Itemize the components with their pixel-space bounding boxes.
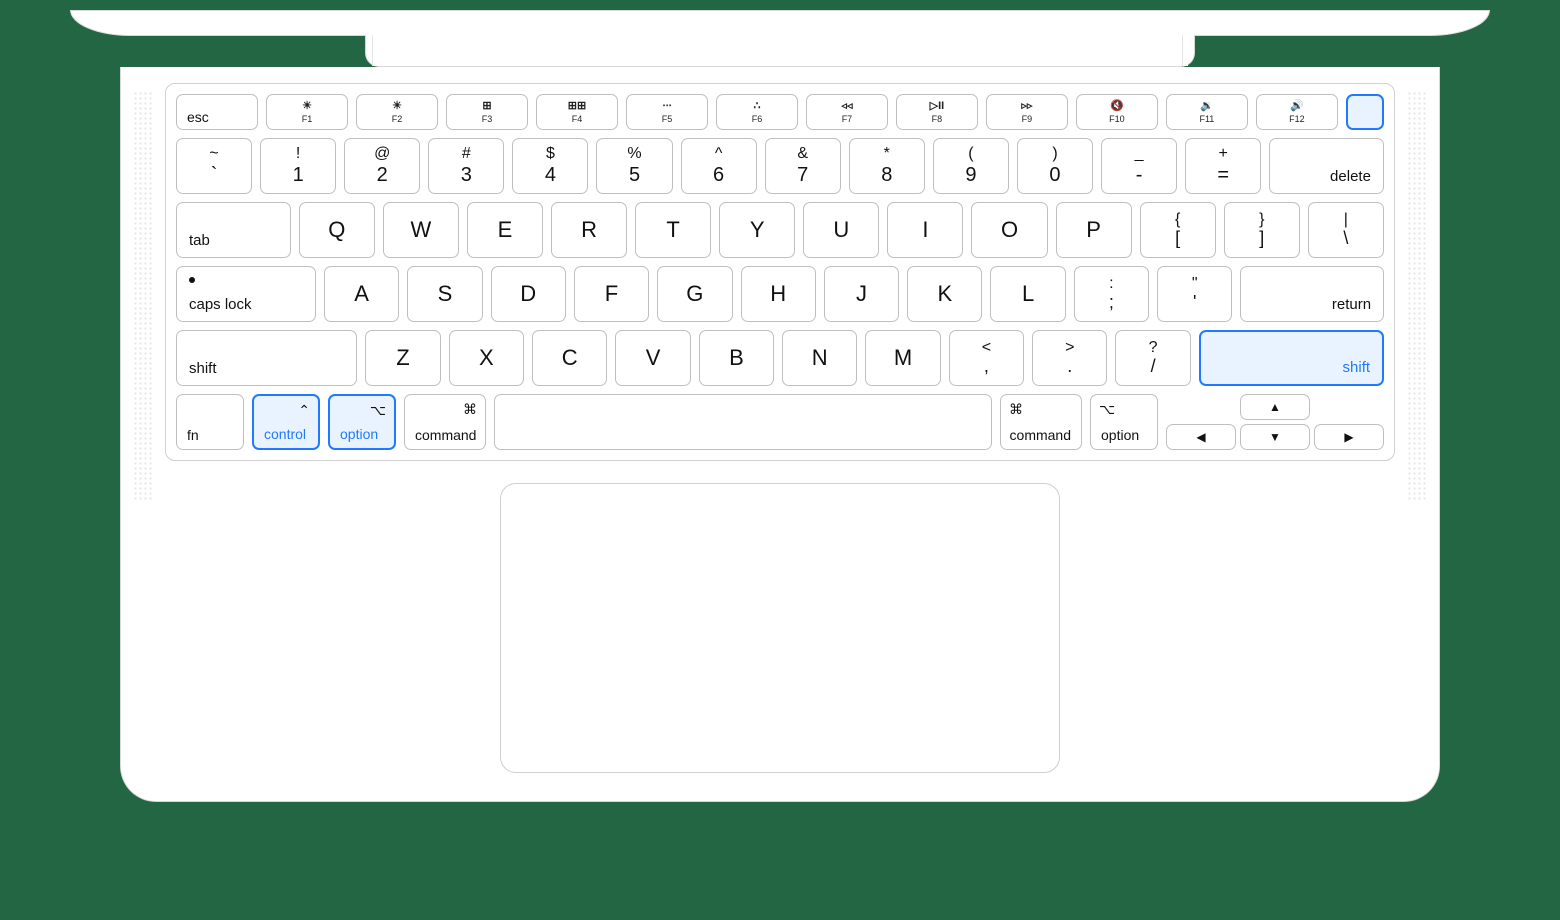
shift-row: shift Z X C V B N M <, >. ?/ shift [176,330,1384,386]
key-tab[interactable]: tab [176,202,291,258]
key-x[interactable]: X [449,330,524,386]
key-z[interactable]: Z [365,330,440,386]
key-quote[interactable]: "' [1157,266,1232,322]
key-t[interactable]: T [635,202,711,258]
key-g[interactable]: G [657,266,732,322]
key-period[interactable]: >. [1032,330,1107,386]
macbook-diagram: esc ☀︎F1 ☀F2 ⊞F3 ⊞⊞F4 ∙∙∙F5 ∴F6 ◃◃F7 ▷II… [70,10,1490,802]
key-minus[interactable]: _- [1101,138,1177,194]
key-v[interactable]: V [615,330,690,386]
key-left-control[interactable]: ⌃control [252,394,320,450]
key-comma[interactable]: <, [949,330,1024,386]
key-left-shift[interactable]: shift [176,330,357,386]
key-d[interactable]: D [491,266,566,322]
laptop-deck: esc ☀︎F1 ☀F2 ⊞F3 ⊞⊞F4 ∙∙∙F5 ∴F6 ◃◃F7 ▷II… [120,67,1440,802]
key-f1[interactable]: ☀︎F1 [266,94,348,130]
key-h[interactable]: H [741,266,816,322]
key-q[interactable]: Q [299,202,375,258]
key-left-bracket[interactable]: {[ [1140,202,1216,258]
key-s[interactable]: S [407,266,482,322]
key-8[interactable]: *8 [849,138,925,194]
key-3[interactable]: #3 [428,138,504,194]
key-backslash[interactable]: |\ [1308,202,1384,258]
key-r[interactable]: R [551,202,627,258]
laptop-lid [70,10,1490,36]
key-j[interactable]: J [824,266,899,322]
key-f5[interactable]: ∙∙∙F5 [626,94,708,130]
key-right-bracket[interactable]: }] [1224,202,1300,258]
key-4[interactable]: $4 [512,138,588,194]
key-o[interactable]: O [971,202,1047,258]
key-6[interactable]: ^6 [681,138,757,194]
keyboard: esc ☀︎F1 ☀F2 ⊞F3 ⊞⊞F4 ∙∙∙F5 ∴F6 ◃◃F7 ▷II… [165,83,1395,461]
trackpad[interactable] [500,483,1060,773]
key-f11[interactable]: 🔉F11 [1166,94,1248,130]
speaker-grille-right [1407,91,1427,501]
key-return[interactable]: return [1240,266,1384,322]
key-f4[interactable]: ⊞⊞F4 [536,94,618,130]
key-right-shift[interactable]: shift [1199,330,1384,386]
qwerty-row: tab Q W E R T Y U I O P {[ }] |\ [176,202,1384,258]
key-f[interactable]: F [574,266,649,322]
key-n[interactable]: N [782,330,857,386]
key-equals[interactable]: += [1185,138,1261,194]
key-y[interactable]: Y [719,202,795,258]
key-f6[interactable]: ∴F6 [716,94,798,130]
key-f8[interactable]: ▷IIF8 [896,94,978,130]
key-esc[interactable]: esc [176,94,258,130]
key-fn[interactable]: fn [176,394,244,450]
key-left-option[interactable]: ⌥option [328,394,396,450]
key-right-command[interactable]: ⌘command [1000,394,1082,450]
modifier-row: fn ⌃control ⌥option ⌘command ⌘command ⌥o… [176,394,1384,450]
key-f12[interactable]: 🔊F12 [1256,94,1338,130]
key-m[interactable]: M [865,330,940,386]
home-row: caps lock A S D F G H J K L :; "' return [176,266,1384,322]
key-e[interactable]: E [467,202,543,258]
key-left-command[interactable]: ⌘command [404,394,486,450]
key-arrow-down[interactable]: ▼ [1240,424,1310,450]
key-b[interactable]: B [699,330,774,386]
key-arrow-up[interactable]: ▲ [1240,394,1310,420]
key-slash[interactable]: ?/ [1115,330,1190,386]
speaker-grille-left [133,91,153,501]
key-semicolon[interactable]: :; [1074,266,1149,322]
key-l[interactable]: L [990,266,1065,322]
key-f10[interactable]: 🔇F10 [1076,94,1158,130]
key-f3[interactable]: ⊞F3 [446,94,528,130]
key-power-touchid[interactable] [1346,94,1384,130]
arrow-key-cluster: ▲ ◀ ▼ ▶ [1166,394,1384,450]
key-5[interactable]: %5 [596,138,672,194]
key-backtick[interactable]: ~` [176,138,252,194]
function-row: esc ☀︎F1 ☀F2 ⊞F3 ⊞⊞F4 ∙∙∙F5 ∴F6 ◃◃F7 ▷II… [176,94,1384,130]
key-0[interactable]: )0 [1017,138,1093,194]
key-7[interactable]: &7 [765,138,841,194]
key-a[interactable]: A [324,266,399,322]
key-p[interactable]: P [1056,202,1132,258]
key-arrow-left[interactable]: ◀ [1166,424,1236,450]
key-f2[interactable]: ☀F2 [356,94,438,130]
key-9[interactable]: (9 [933,138,1009,194]
key-delete[interactable]: delete [1269,138,1384,194]
key-capslock[interactable]: caps lock [176,266,316,322]
key-spacebar[interactable] [494,394,992,450]
key-u[interactable]: U [803,202,879,258]
key-arrow-right[interactable]: ▶ [1314,424,1384,450]
number-row: ~` !1 @2 #3 $4 %5 ^6 &7 *8 (9 )0 _- += d… [176,138,1384,194]
key-1[interactable]: !1 [260,138,336,194]
key-f7[interactable]: ◃◃F7 [806,94,888,130]
laptop-hinge [365,35,1195,67]
key-c[interactable]: C [532,330,607,386]
key-right-option[interactable]: ⌥option [1090,394,1158,450]
key-w[interactable]: W [383,202,459,258]
key-f9[interactable]: ▹▹F9 [986,94,1068,130]
key-i[interactable]: I [887,202,963,258]
key-2[interactable]: @2 [344,138,420,194]
key-k[interactable]: K [907,266,982,322]
